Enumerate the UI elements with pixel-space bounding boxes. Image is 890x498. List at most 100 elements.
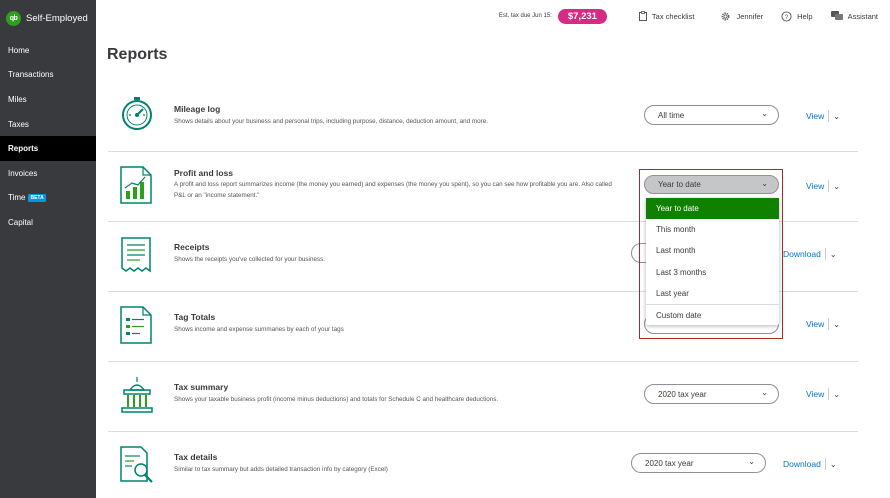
est-tax-amount-badge[interactable]: $7,231 <box>557 8 607 24</box>
sidebar-item-time[interactable]: Time BETA <box>0 186 96 211</box>
report-title[interactable]: Tax summary <box>174 382 228 392</box>
profit-loss-date-select[interactable]: Year to date ⌄ <box>644 175 779 194</box>
magnifier-document-icon <box>120 446 153 486</box>
gear-icon <box>720 11 731 22</box>
dropdown-option-year-to-date[interactable]: Year to date <box>646 198 779 220</box>
help-label: Help <box>797 11 813 21</box>
select-value: Year to date <box>658 180 701 189</box>
chat-bubbles-icon <box>830 11 843 21</box>
sidebar-item-invoices[interactable]: Invoices <box>0 161 96 186</box>
tag-document-icon <box>120 306 152 346</box>
divider <box>828 110 830 122</box>
sidebar-item-label: Capital <box>8 217 33 227</box>
user-menu[interactable]: Jennifer <box>720 11 763 22</box>
tax-year-select[interactable]: 2020 tax year ⌄ <box>644 384 779 404</box>
download-button[interactable]: Download <box>783 249 821 259</box>
report-title[interactable]: Mileage log <box>174 104 220 114</box>
chevron-down-icon: ⌄ <box>748 457 755 466</box>
chevron-down-icon[interactable]: ⌄ <box>833 182 840 191</box>
sidebar-item-label: Reports <box>8 144 39 154</box>
sidebar: qb Self-Employed Home Transactions Miles… <box>0 0 96 498</box>
report-description: Shows the receipts you've collected for … <box>174 256 326 263</box>
brand[interactable]: qb Self-Employed <box>0 0 96 36</box>
divider <box>828 318 830 330</box>
chart-document-icon <box>120 166 152 206</box>
report-action[interactable]: Download ⌄ <box>783 458 837 470</box>
sidebar-item-transactions[interactable]: Transactions <box>0 63 96 88</box>
capitol-building-icon <box>120 376 153 416</box>
brand-name: Self-Employed <box>26 12 88 24</box>
topbar: Est. tax due Jun 15: $7,231 Tax checklis… <box>96 0 890 32</box>
dropdown-option-last-3-months[interactable]: Last 3 months <box>646 262 779 283</box>
chevron-down-icon: ⌄ <box>761 388 768 397</box>
tax-checklist-label: Tax checklist <box>651 11 695 21</box>
dropdown-option-last-month[interactable]: Last month <box>646 240 779 261</box>
view-button[interactable]: View <box>806 111 824 121</box>
speedometer-icon <box>120 96 152 136</box>
dropdown-option-custom-date[interactable]: Custom date <box>646 303 779 325</box>
dropdown-menu: Year to date This month Last month Last … <box>646 198 779 326</box>
report-title[interactable]: Profit and loss <box>174 168 233 178</box>
sidebar-item-label: Miles <box>8 94 27 104</box>
report-title[interactable]: Receipts <box>174 242 209 252</box>
page-title: Reports <box>107 46 168 63</box>
download-button[interactable]: Download <box>783 459 821 469</box>
view-button[interactable]: View <box>806 319 824 329</box>
divider <box>828 180 830 192</box>
chevron-down-icon: ⌄ <box>761 109 768 118</box>
sidebar-item-taxes[interactable]: Taxes <box>0 112 96 137</box>
report-description: Shows details about your business and pe… <box>174 118 488 125</box>
report-title[interactable]: Tag Totals <box>174 312 215 322</box>
svg-text:?: ? <box>785 13 789 20</box>
sidebar-item-label: Home <box>8 45 30 55</box>
report-row-mileage-log: Mileage log Shows details about your bus… <box>108 82 858 152</box>
help-link[interactable]: ? Help <box>781 10 813 22</box>
report-action[interactable]: View ⌄ <box>806 180 840 192</box>
tax-year-select[interactable]: 2020 tax year ⌄ <box>631 453 766 473</box>
report-description: Shows your taxable business profit (inco… <box>174 396 499 403</box>
quickbooks-logo-icon: qb <box>6 10 21 26</box>
receipt-icon <box>120 236 152 276</box>
dropdown-option-this-month[interactable]: This month <box>646 219 779 240</box>
tax-checklist-link[interactable]: Tax checklist <box>638 11 695 21</box>
view-button[interactable]: View <box>806 389 824 399</box>
view-button[interactable]: View <box>806 181 824 191</box>
sidebar-item-label: Invoices <box>8 168 38 178</box>
report-action[interactable]: View ⌄ <box>806 318 840 330</box>
date-range-select[interactable]: All time ⌄ <box>644 105 779 125</box>
report-title[interactable]: Tax details <box>174 452 217 462</box>
divider <box>824 248 826 260</box>
divider <box>828 388 830 400</box>
sidebar-item-capital[interactable]: Capital <box>0 210 96 235</box>
chevron-down-icon[interactable]: ⌄ <box>833 390 840 399</box>
report-action[interactable]: View ⌄ <box>806 110 840 122</box>
report-description: A profit and loss report summarizes inco… <box>174 181 612 199</box>
report-row-tax-details: Tax details Similar to tax summary but a… <box>108 432 858 498</box>
dropdown-option-last-year[interactable]: Last year <box>646 283 779 304</box>
chevron-down-icon[interactable]: ⌄ <box>833 320 840 329</box>
assistant-link[interactable]: Assistant <box>830 11 878 21</box>
est-tax-label: Est. tax due Jun 15: <box>498 13 552 19</box>
report-action[interactable]: View ⌄ <box>806 388 840 400</box>
help-icon: ? <box>781 10 792 22</box>
chevron-down-icon[interactable]: ⌄ <box>830 460 837 469</box>
sidebar-item-reports[interactable]: Reports <box>0 136 96 161</box>
sidebar-item-label: Taxes <box>8 119 29 129</box>
logo-text: qb <box>9 14 18 22</box>
select-value: All time <box>658 110 685 120</box>
chevron-down-icon: ⌄ <box>761 179 768 188</box>
chevron-down-icon[interactable]: ⌄ <box>830 250 837 259</box>
report-action[interactable]: Download ⌄ <box>783 248 837 260</box>
chevron-down-icon[interactable]: ⌄ <box>833 112 840 121</box>
report-description: Similar to tax summary but adds detailed… <box>174 466 388 473</box>
divider <box>824 458 826 470</box>
beta-badge: BETA <box>28 193 46 202</box>
clipboard-icon <box>638 11 647 21</box>
sidebar-nav: Home Transactions Miles Taxes Reports In… <box>0 38 96 235</box>
assistant-label: Assistant <box>847 11 878 21</box>
report-description: Shows income and expense summaries by ea… <box>174 326 344 333</box>
sidebar-item-label: Time <box>8 193 26 203</box>
sidebar-item-home[interactable]: Home <box>0 38 96 63</box>
select-value: 2020 tax year <box>645 458 694 468</box>
sidebar-item-miles[interactable]: Miles <box>0 87 96 112</box>
